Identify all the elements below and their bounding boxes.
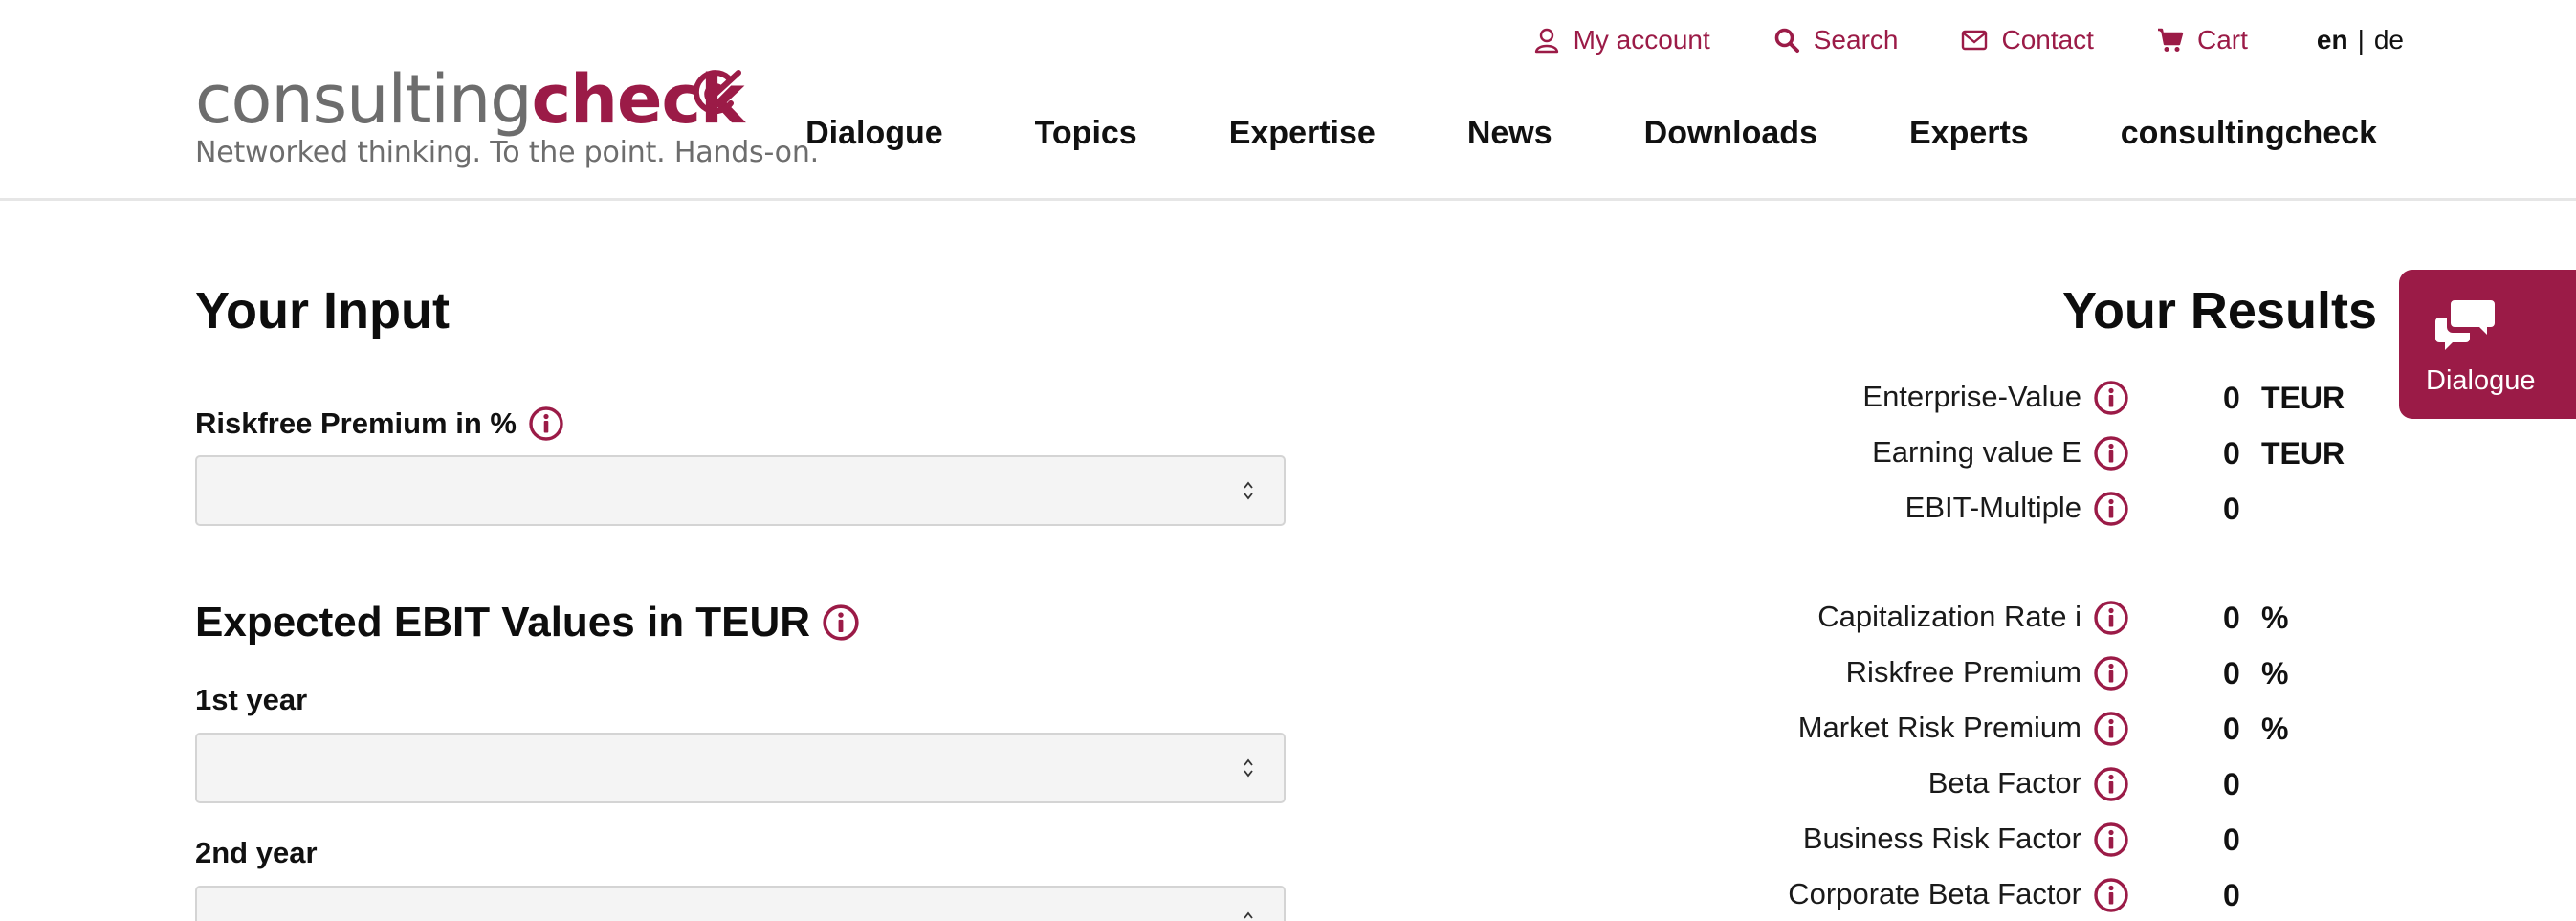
- info-icon[interactable]: [2093, 766, 2129, 802]
- my-account-link[interactable]: My account: [1533, 25, 1710, 55]
- result-label: Earning value E: [1872, 435, 2081, 469]
- dialogue-floating-tab[interactable]: Dialogue: [2399, 270, 2576, 419]
- result-row: Market Risk Premium: [0, 706, 2081, 752]
- result-label: Enterprise-Value: [1862, 380, 2081, 413]
- result-value: 0: [2223, 767, 2240, 801]
- brand-logo[interactable]: consultingcheck Networked thinking. To t…: [195, 59, 819, 174]
- cart-icon: [2157, 28, 2184, 52]
- cart-link[interactable]: Cart: [2157, 25, 2248, 55]
- result-unit: %: [2261, 656, 2289, 691]
- site-header: consultingcheck Networked thinking. To t…: [0, 0, 2576, 201]
- result-label: EBIT-Multiple: [1904, 491, 2081, 524]
- nav-dialogue[interactable]: Dialogue: [805, 115, 943, 152]
- info-icon[interactable]: [2093, 491, 2129, 527]
- result-value: 0: [2223, 878, 2240, 912]
- result-label: Riskfree Premium: [1845, 655, 2081, 689]
- info-icon[interactable]: [2093, 435, 2129, 471]
- my-account-label: My account: [1573, 25, 1710, 55]
- info-icon[interactable]: [2093, 877, 2129, 913]
- result-row: Beta Factor: [0, 761, 2081, 807]
- utility-nav: My account Search Contact Cart en | de: [1470, 19, 2404, 61]
- search-icon: [1774, 28, 1799, 53]
- info-icon[interactable]: [2093, 380, 2129, 416]
- result-value: 0: [2223, 656, 2240, 691]
- contact-label: Contact: [2001, 25, 2094, 55]
- result-value: 0: [2223, 492, 2240, 526]
- result-label: Market Risk Premium: [1797, 711, 2081, 744]
- result-value: 0: [2223, 712, 2240, 746]
- info-icon[interactable]: [2093, 600, 2129, 636]
- chat-bubbles-icon: [2435, 300, 2495, 350]
- nav-experts[interactable]: Experts: [1909, 115, 2029, 152]
- result-unit: %: [2261, 601, 2289, 635]
- main-nav: Dialogue Topics Expertise News Downloads…: [714, 115, 2377, 152]
- info-icon[interactable]: [2093, 711, 2129, 747]
- result-unit: TEUR: [2261, 436, 2345, 471]
- dialogue-tab-label: Dialogue: [2426, 365, 2536, 396]
- nav-news[interactable]: News: [1467, 115, 1552, 152]
- lang-separator: |: [2357, 25, 2365, 55]
- input-title: Your Input: [195, 282, 450, 340]
- result-label: Corporate Beta Factor: [1788, 877, 2081, 910]
- result-row: Enterprise-Value: [0, 375, 2081, 421]
- result-value: 0: [2223, 381, 2240, 415]
- nav-topics[interactable]: Topics: [1035, 115, 1137, 152]
- nav-downloads[interactable]: Downloads: [1644, 115, 1817, 152]
- logo-word-part1: consulting: [195, 60, 533, 139]
- cart-label: Cart: [2196, 25, 2248, 55]
- info-icon[interactable]: [2093, 655, 2129, 691]
- user-icon: [1534, 28, 1558, 54]
- result-row: Capitalization Rate i: [0, 595, 2081, 641]
- search-label: Search: [1813, 25, 1899, 55]
- nav-consultingcheck[interactable]: consultingcheck: [2121, 115, 2377, 152]
- result-label: Beta Factor: [1927, 766, 2081, 800]
- logo-mark-icon: [693, 70, 741, 115]
- language-switcher: en | de: [2317, 25, 2404, 55]
- logo-wordmark: consultingcheck: [195, 59, 745, 140]
- nav-expertise[interactable]: Expertise: [1229, 115, 1376, 152]
- result-unit: TEUR: [2261, 381, 2345, 415]
- result-value: 0: [2223, 822, 2240, 857]
- search-link[interactable]: Search: [1773, 25, 1899, 55]
- result-value: 0: [2223, 601, 2240, 635]
- result-label: Capitalization Rate i: [1817, 600, 2081, 633]
- envelope-icon: [1962, 30, 1988, 51]
- result-unit: %: [2261, 712, 2289, 746]
- lang-de[interactable]: de: [2374, 25, 2404, 55]
- result-row: Business Risk Factor: [0, 817, 2081, 863]
- result-value: 0: [2223, 436, 2240, 471]
- result-row: Earning value E: [0, 430, 2081, 476]
- results-title: Your Results: [2061, 282, 2377, 340]
- contact-link[interactable]: Contact: [1961, 25, 2094, 55]
- result-row: EBIT-Multiple: [0, 486, 2081, 532]
- lang-en[interactable]: en: [2317, 25, 2348, 55]
- result-row: Corporate Beta Factor: [0, 872, 2081, 918]
- result-label: Business Risk Factor: [1802, 822, 2081, 855]
- info-icon[interactable]: [2093, 822, 2129, 858]
- result-row: Riskfree Premium: [0, 650, 2081, 696]
